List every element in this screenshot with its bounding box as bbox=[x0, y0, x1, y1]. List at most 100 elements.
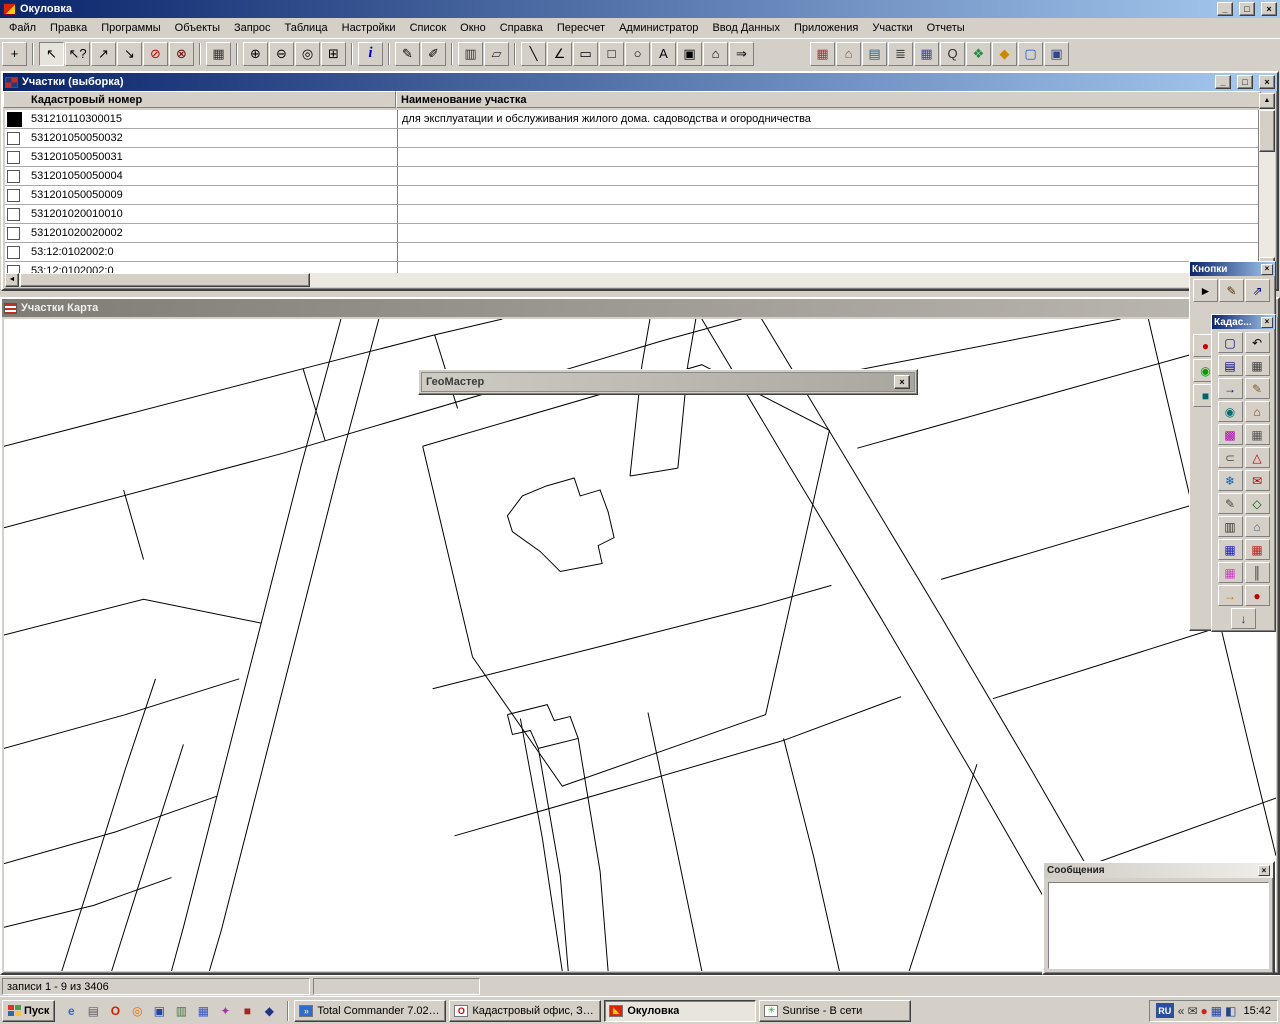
kadastr-button-21[interactable]: ▦ bbox=[1218, 562, 1243, 583]
table-row[interactable]: 53:12:0102002:0 bbox=[5, 262, 1258, 273]
polygon-tool-button[interactable]: □ bbox=[599, 42, 624, 66]
menu-item-11[interactable]: Пересчет bbox=[550, 19, 612, 37]
geomaster-titlebar[interactable]: ГеоМастер × bbox=[421, 372, 915, 392]
maximize-button[interactable]: □ bbox=[1239, 2, 1255, 16]
row-checkbox[interactable] bbox=[7, 112, 22, 127]
kadastr-button-17[interactable]: ▥ bbox=[1218, 516, 1243, 537]
star-app-icon[interactable]: ✦ bbox=[215, 1001, 235, 1021]
notes-icon[interactable]: ▥ bbox=[171, 1001, 191, 1021]
pen-query-tool-button[interactable]: ✐ bbox=[421, 42, 446, 66]
vertical-scrollbar[interactable]: ▲ ▼ bbox=[1259, 93, 1275, 273]
horizontal-scrollbar[interactable]: ◄ ► bbox=[5, 273, 1259, 287]
scroll-left-button[interactable]: ◄ bbox=[5, 273, 19, 287]
table-row[interactable]: 531201050050032 bbox=[5, 129, 1258, 148]
kadastr-panel-close-button[interactable]: × bbox=[1261, 317, 1273, 328]
kadastr-button-last[interactable]: ↓ bbox=[1231, 608, 1256, 629]
pointer-tool-button[interactable]: ► bbox=[1193, 279, 1218, 302]
table-app-icon[interactable]: ▦ bbox=[193, 1001, 213, 1021]
no-entry-tool-button[interactable]: ⊘ bbox=[143, 42, 168, 66]
selection-minimize-button[interactable]: _ bbox=[1215, 75, 1231, 89]
cardfile-button[interactable]: ▦ bbox=[810, 42, 835, 66]
table-row[interactable]: 531201050050009 bbox=[5, 186, 1258, 205]
kadastr-button-8[interactable]: ⌂ bbox=[1245, 401, 1270, 422]
blue-diamond-icon[interactable]: ◆ bbox=[259, 1001, 279, 1021]
menu-item-12[interactable]: Администратор bbox=[612, 19, 705, 37]
mail-icon[interactable]: ✉ bbox=[1187, 1004, 1197, 1018]
kadastr-button-20[interactable]: ▦ bbox=[1245, 539, 1270, 560]
menu-item-4[interactable]: Объекты bbox=[168, 19, 227, 37]
select-info-tool-button[interactable]: ↖? bbox=[65, 42, 90, 66]
row-checkbox[interactable] bbox=[7, 265, 20, 274]
selection-window-titlebar[interactable]: Участки (выборка) _ □ × bbox=[3, 73, 1277, 91]
menu-item-3[interactable]: Программы bbox=[94, 19, 167, 37]
close-button[interactable]: × bbox=[1261, 2, 1277, 16]
rectangle-tool-button[interactable]: ▭ bbox=[573, 42, 598, 66]
start-button[interactable]: Пуск bbox=[2, 1000, 55, 1022]
add-tool-button[interactable]: + bbox=[2, 42, 27, 66]
select-tool-button[interactable]: ↖ bbox=[39, 42, 64, 66]
orange-app-icon[interactable]: ◎ bbox=[127, 1001, 147, 1021]
status-red-icon[interactable]: ● bbox=[1201, 1004, 1208, 1018]
menu-item-5[interactable]: Запрос bbox=[227, 19, 277, 37]
kadastr-button-22[interactable]: ║ bbox=[1245, 562, 1270, 583]
column-header-parcel-name[interactable]: Наименование участка bbox=[396, 91, 1261, 108]
menu-item-14[interactable]: Приложения bbox=[787, 19, 865, 37]
network-icon[interactable]: ▦ bbox=[1211, 1004, 1222, 1018]
row-checkbox[interactable] bbox=[7, 227, 20, 240]
red-square-icon[interactable]: ■ bbox=[237, 1001, 257, 1021]
bank-button[interactable]: ≣ bbox=[888, 42, 913, 66]
table-row[interactable]: 531201020010010 bbox=[5, 205, 1258, 224]
column-header-cadastral-number[interactable]: Кадастровый номер bbox=[3, 91, 396, 108]
grid-view-button[interactable]: ▦ bbox=[914, 42, 939, 66]
minimize-button[interactable]: _ bbox=[1217, 2, 1233, 16]
next-tool-button[interactable]: ⇒ bbox=[729, 42, 754, 66]
messages-titlebar[interactable]: Сообщения × bbox=[1044, 863, 1273, 878]
kadastr-button-18[interactable]: ⌂ bbox=[1245, 516, 1270, 537]
chevron-left-icon[interactable]: « bbox=[1178, 1004, 1185, 1018]
kadastr-panel-titlebar[interactable]: Кадас... × bbox=[1212, 315, 1275, 329]
row-checkbox[interactable] bbox=[7, 132, 20, 145]
kadastr-button-5[interactable]: → bbox=[1218, 378, 1243, 399]
select-node-tool-button[interactable]: ↘ bbox=[117, 42, 142, 66]
geomaster-close-button[interactable]: × bbox=[894, 375, 910, 389]
kadastr-button-14[interactable]: ✉ bbox=[1245, 470, 1270, 491]
scroll-up-button[interactable]: ▲ bbox=[1259, 93, 1275, 109]
row-checkbox[interactable] bbox=[7, 208, 20, 221]
menu-item-10[interactable]: Справка bbox=[493, 19, 550, 37]
kadastr-button-7[interactable]: ◉ bbox=[1218, 401, 1243, 422]
kadastr-button-19[interactable]: ▦ bbox=[1218, 539, 1243, 560]
kadastr-button-2[interactable]: ↶ bbox=[1245, 332, 1270, 353]
kadastr-button-10[interactable]: ▦ bbox=[1245, 424, 1270, 445]
vertical-scrollbar-thumb[interactable] bbox=[1259, 110, 1275, 152]
zoom-extent-tool-button[interactable]: ◎ bbox=[295, 42, 320, 66]
taskbar-task-2[interactable]: ОКадастровый офис, Зе... bbox=[449, 1000, 601, 1022]
kadastr-button-23[interactable]: → bbox=[1218, 585, 1243, 606]
cancel-tool-button[interactable]: ⊗ bbox=[169, 42, 194, 66]
grid-tool-button[interactable]: ▦ bbox=[206, 42, 231, 66]
kadastr-button-4[interactable]: ▦ bbox=[1245, 355, 1270, 376]
row-checkbox[interactable] bbox=[7, 189, 20, 202]
network-button[interactable]: ❖ bbox=[966, 42, 991, 66]
language-indicator[interactable]: RU bbox=[1156, 1003, 1174, 1018]
row-checkbox[interactable] bbox=[7, 170, 20, 183]
display-icon[interactable]: ◧ bbox=[1225, 1004, 1236, 1018]
kadastr-button-9[interactable]: ▩ bbox=[1218, 424, 1243, 445]
monitor-button[interactable]: ▢ bbox=[1018, 42, 1043, 66]
kadastr-button-12[interactable]: △ bbox=[1245, 447, 1270, 468]
select-plus-tool-button[interactable]: ↗ bbox=[91, 42, 116, 66]
menu-item-2[interactable]: Правка bbox=[43, 19, 94, 37]
pen-tool-button[interactable]: ✎ bbox=[395, 42, 420, 66]
zoom-in-tool-button[interactable]: ⊕ bbox=[243, 42, 268, 66]
zoom-out-tool-button[interactable]: ⊖ bbox=[269, 42, 294, 66]
line-tool-button[interactable]: ╲ bbox=[521, 42, 546, 66]
eraser-tool-button[interactable]: ▱ bbox=[484, 42, 509, 66]
document-icon[interactable]: ▤ bbox=[83, 1001, 103, 1021]
menu-item-6[interactable]: Таблица bbox=[277, 19, 334, 37]
pen-tool-button[interactable]: ✎ bbox=[1219, 279, 1244, 302]
info-tool-button[interactable]: i bbox=[358, 42, 383, 66]
kadastr-button-16[interactable]: ◇ bbox=[1245, 493, 1270, 514]
taskbar-task-3[interactable]: ◣Окуловка bbox=[604, 1000, 756, 1022]
row-checkbox[interactable] bbox=[7, 246, 20, 259]
pan-tool-button[interactable]: ⊞ bbox=[321, 42, 346, 66]
browser-icon[interactable]: e bbox=[61, 1001, 81, 1021]
